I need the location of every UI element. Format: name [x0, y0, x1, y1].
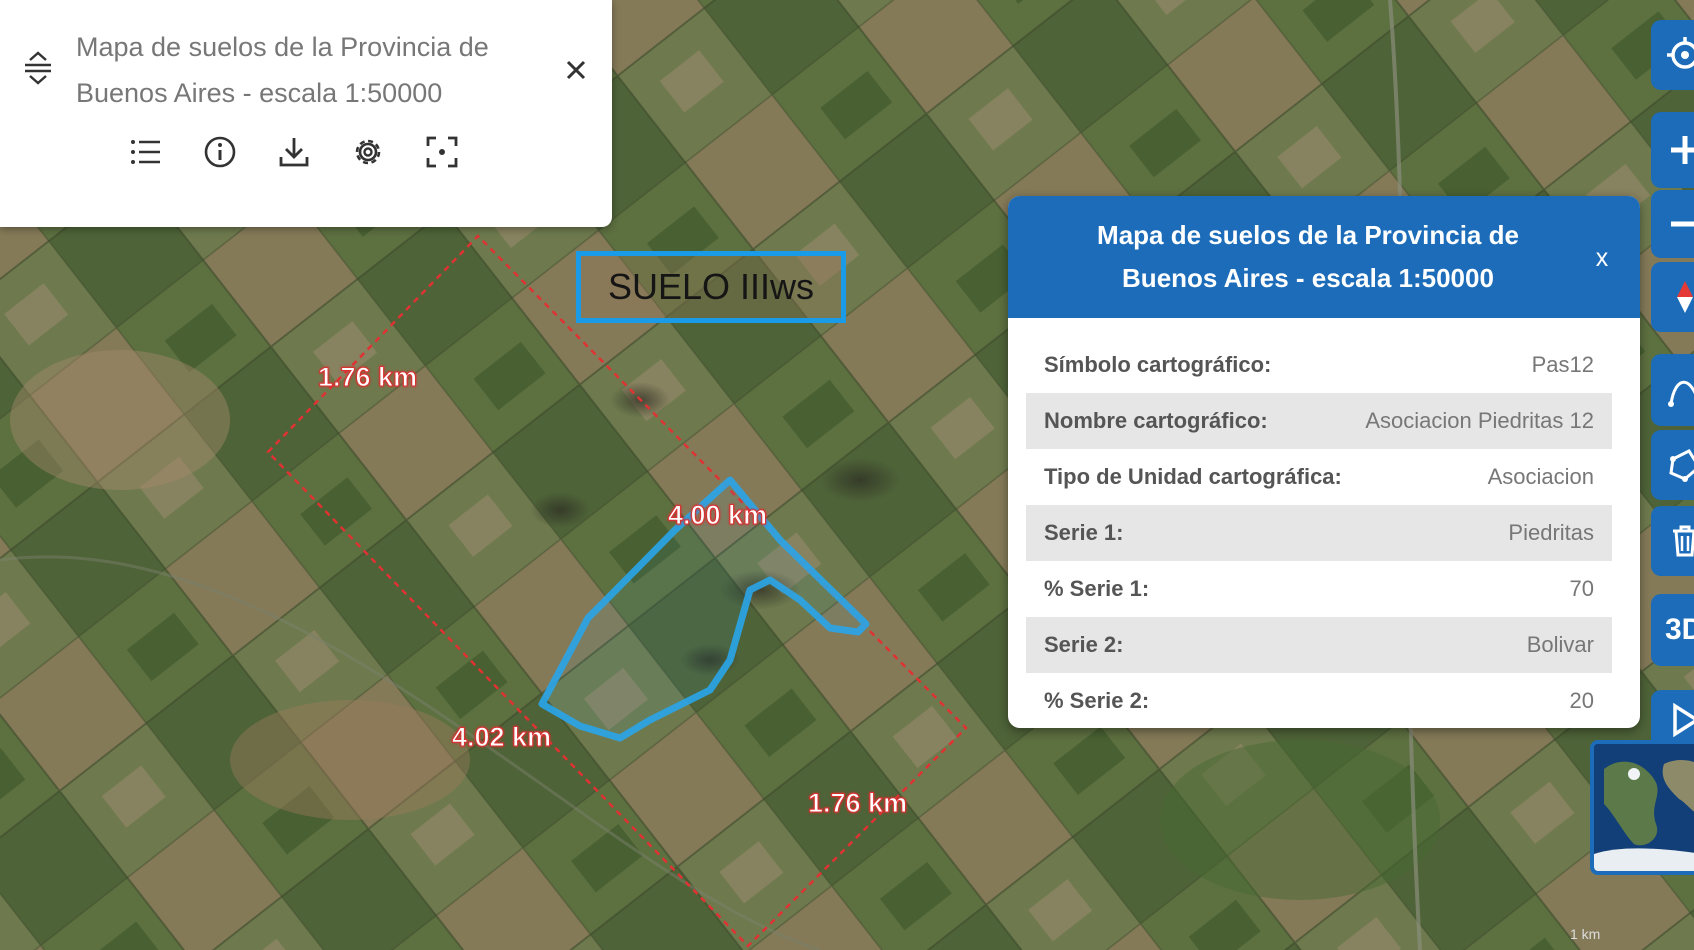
attribute-key: Símbolo cartográfico:: [1044, 352, 1272, 377]
attribute-row: % Serie 2: 20: [1026, 673, 1612, 728]
popup-header: Mapa de suelos de la Provincia de Buenos…: [1008, 196, 1640, 318]
attribute-value: Piedritas: [1508, 520, 1594, 545]
overview-minimap[interactable]: [1590, 740, 1694, 875]
attribute-key: Serie 2:: [1044, 632, 1124, 657]
distance-label: 4.02 km: [451, 722, 552, 753]
attribute-table: Símbolo cartográfico: Pas12 Nombre carto…: [1026, 337, 1612, 728]
attribute-value: 20: [1569, 688, 1594, 713]
measure-line-icon: [1668, 380, 1694, 407]
attribute-row: Símbolo cartográfico: Pas12: [1026, 337, 1612, 393]
attribute-value: Asociacion Piedritas 12: [1365, 408, 1594, 433]
feature-info-popup: Mapa de suelos de la Provincia de Buenos…: [1008, 196, 1640, 728]
3d-button[interactable]: 3D: [1651, 594, 1694, 666]
compass-button[interactable]: [1651, 262, 1694, 332]
layer-panel: Mapa de suelos de la Provincia de Buenos…: [0, 0, 612, 227]
measure-area-button[interactable]: [1651, 430, 1694, 500]
attribute-row: Nombre cartográfico: Asociacion Piedrita…: [1026, 393, 1612, 449]
popup-title: Mapa de suelos de la Provincia de Buenos…: [1097, 220, 1519, 293]
locate-icon: [1667, 37, 1694, 69]
attribute-key: % Serie 1:: [1044, 576, 1150, 601]
info-icon[interactable]: [202, 134, 238, 170]
delete-button[interactable]: [1651, 506, 1694, 576]
attribute-value: Bolivar: [1526, 632, 1594, 657]
attribute-value: Pas12: [1531, 352, 1594, 377]
distance-label: 4.00 km: [667, 500, 768, 531]
locate-button[interactable]: [1651, 20, 1694, 90]
attribute-value: Asociacion: [1487, 464, 1594, 489]
attribute-key: Nombre cartográfico:: [1044, 408, 1268, 433]
layer-title: Mapa de suelos de la Provincia de Buenos…: [76, 32, 489, 108]
close-icon[interactable]: [560, 54, 592, 86]
attribute-row: Tipo de Unidad cartográfica: Asociacion: [1026, 449, 1612, 505]
compass-icon: [1677, 281, 1693, 313]
distance-label: 1.76 km: [317, 362, 418, 393]
zoom-in-icon: [1671, 136, 1694, 164]
scale-bar-label: 1 km: [1570, 926, 1601, 942]
attribute-row: Serie 2: Bolivar: [1026, 617, 1612, 673]
trash-icon: [1673, 525, 1694, 557]
zoom-to-extent-icon[interactable]: [424, 134, 460, 170]
attribute-key: Serie 1:: [1044, 520, 1124, 545]
drag-handle-icon[interactable]: [22, 50, 54, 86]
attribute-key: Tipo de Unidad cartográfica:: [1044, 464, 1342, 489]
attribute-value: 70: [1569, 576, 1594, 601]
popup-close-button[interactable]: x: [1582, 240, 1622, 276]
attribute-key: % Serie 2:: [1044, 688, 1150, 713]
zoom-out-button[interactable]: [1651, 190, 1694, 258]
attribute-row: % Serie 1: 70: [1026, 561, 1612, 617]
measure-area-icon: [1669, 449, 1694, 482]
measure-line-button[interactable]: [1651, 354, 1694, 426]
download-icon[interactable]: [276, 134, 312, 170]
legend-list-icon[interactable]: [128, 134, 164, 170]
attribute-row: Serie 1: Piedritas: [1026, 505, 1612, 561]
zoom-out-icon: [1671, 221, 1694, 227]
play-icon: [1673, 702, 1694, 738]
zoom-in-button[interactable]: [1651, 112, 1694, 188]
soil-label: SUELO IIIws: [576, 251, 846, 323]
distance-label: 1.76 km: [807, 788, 908, 819]
settings-gear-icon[interactable]: [350, 134, 386, 170]
